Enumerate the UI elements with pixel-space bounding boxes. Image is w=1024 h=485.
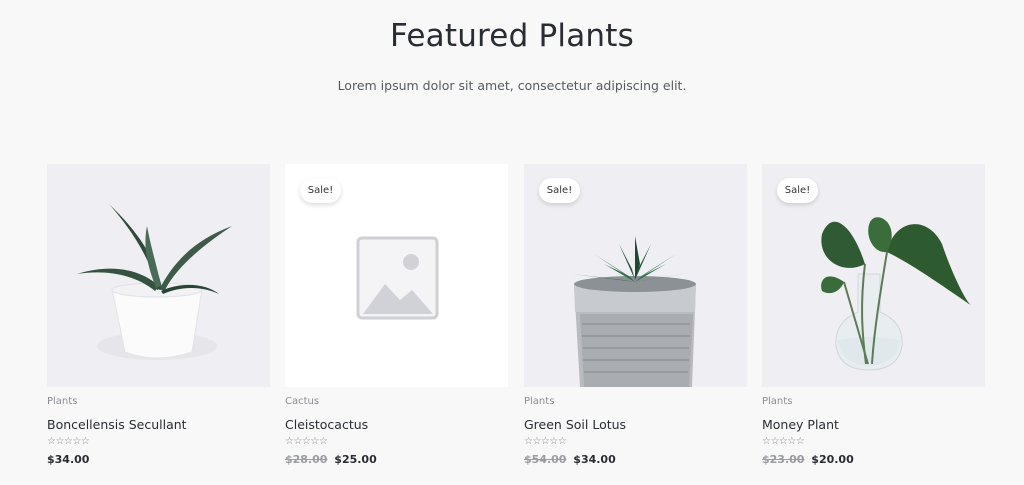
product-name[interactable]: Green Soil Lotus [524, 417, 626, 432]
section-title: Featured Plants [390, 18, 634, 54]
product-name[interactable]: Money Plant [762, 417, 839, 432]
rating-stars-icon: ☆☆☆☆☆ [285, 436, 328, 447]
price: $54.00 $34.00 [524, 453, 616, 466]
current-price: $34.00 [47, 453, 90, 466]
rating-stars-icon: ☆☆☆☆☆ [524, 436, 567, 447]
product-category[interactable]: Cactus [285, 396, 319, 407]
current-price: $20.00 [811, 453, 854, 466]
product-category[interactable]: Plants [524, 396, 554, 407]
product-name[interactable]: Boncellensis Secullant [47, 417, 187, 432]
product-card-green-soil-lotus[interactable]: Sale! Plants Green Soil Lotus ☆☆☆☆☆ $54.… [524, 164, 747, 474]
product-grid: Plants Boncellensis Secullant ☆☆☆☆☆ $34.… [47, 164, 985, 474]
product-card-cleistocactus[interactable]: Sale! Cactus Cleistocactus ☆☆☆☆☆ $28.00 … [285, 164, 508, 474]
current-price: $25.00 [334, 453, 377, 466]
price: $34.00 [47, 453, 89, 466]
product-image[interactable]: Sale! [762, 164, 985, 387]
rating-stars-icon: ☆☆☆☆☆ [47, 436, 90, 447]
old-price: $54.00 [524, 453, 567, 466]
sale-badge: Sale! [539, 178, 580, 203]
product-image[interactable]: Sale! [524, 164, 747, 387]
product-card-money-plant[interactable]: Sale! Plants Money Plant ☆☆☆☆☆ $23.00 $2… [762, 164, 985, 474]
sale-badge: Sale! [777, 178, 818, 203]
price: $23.00 $20.00 [762, 453, 854, 466]
current-price: $34.00 [573, 453, 616, 466]
product-category[interactable]: Plants [762, 396, 792, 407]
old-price: $28.00 [285, 453, 328, 466]
price: $28.00 $25.00 [285, 453, 377, 466]
section-subtitle: Lorem ipsum dolor sit amet, consectetur … [337, 78, 687, 93]
product-image[interactable]: Sale! [285, 164, 508, 387]
product-category[interactable]: Plants [47, 396, 77, 407]
product-name[interactable]: Cleistocactus [285, 417, 368, 432]
sale-badge: Sale! [300, 178, 341, 203]
product-image[interactable] [47, 164, 270, 387]
rating-stars-icon: ☆☆☆☆☆ [762, 436, 805, 447]
product-card-boncellensis[interactable]: Plants Boncellensis Secullant ☆☆☆☆☆ $34.… [47, 164, 270, 474]
old-price: $23.00 [762, 453, 805, 466]
